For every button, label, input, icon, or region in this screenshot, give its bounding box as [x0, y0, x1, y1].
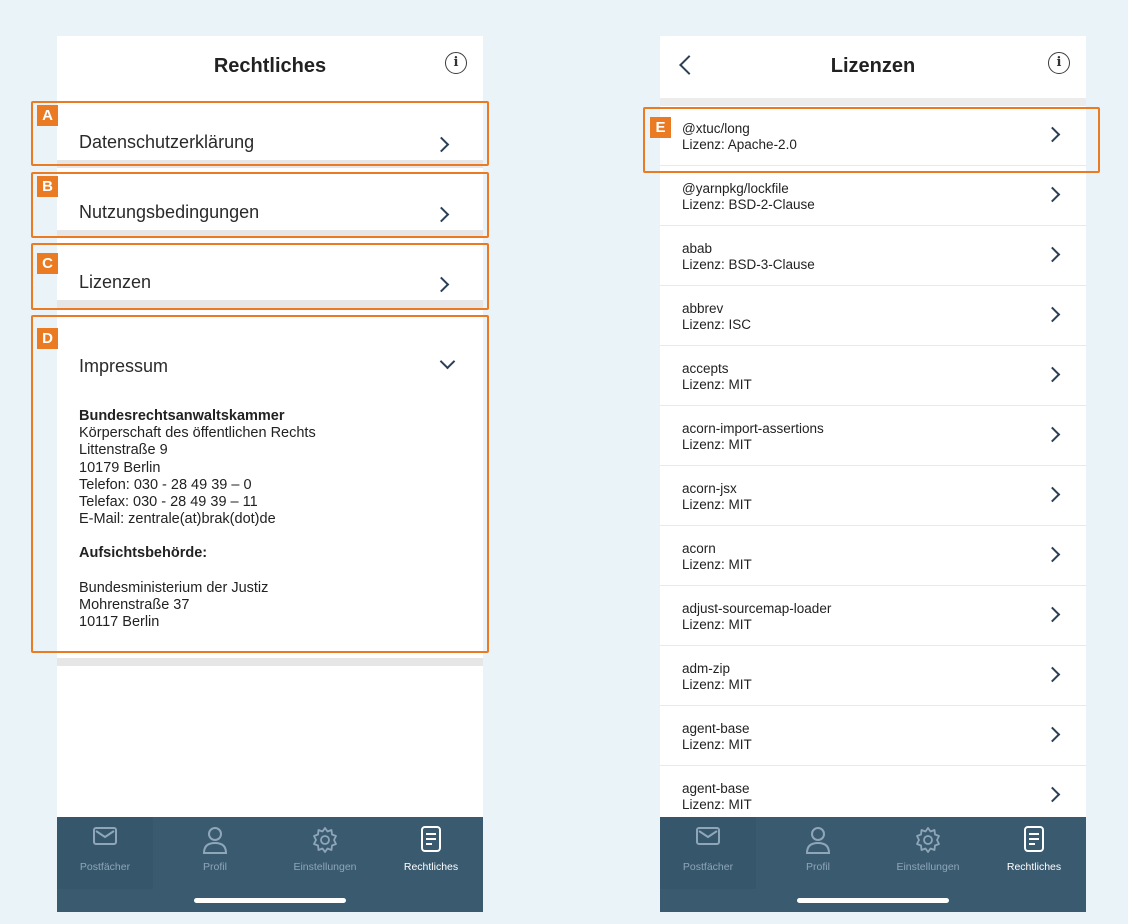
tab-label: Profil: [203, 861, 227, 873]
tab-einstellungen[interactable]: Einstellungen: [277, 817, 373, 889]
license-type: Lizenz: MIT: [682, 617, 752, 632]
license-list: @xtuc/long Lizenz: Apache-2.0 @yarnpkg/l…: [660, 98, 1086, 826]
document-icon: [421, 826, 441, 852]
license-item[interactable]: abab Lizenz: BSD-3-Clause: [660, 226, 1086, 286]
tab-label: Postfächer: [79, 861, 131, 873]
license-item[interactable]: @yarnpkg/lockfile Lizenz: BSD-2-Clause: [660, 166, 1086, 226]
tab-profil[interactable]: Profil: [770, 817, 866, 889]
header: Rechtliches i: [57, 36, 483, 98]
mail-icon: [93, 827, 117, 845]
tab-bar: Postfächer Profil Einstellungen Rechtlic…: [57, 817, 483, 912]
annotation-box-c: [31, 243, 489, 310]
chevron-right-icon: [1044, 786, 1061, 803]
user-icon: [202, 827, 228, 854]
license-type: Lizenz: MIT: [682, 797, 752, 812]
license-package-name: acorn-import-assertions: [682, 421, 824, 436]
annotation-badge-a: A: [37, 105, 58, 126]
chevron-right-icon: [1044, 546, 1061, 563]
annotation-box-d: [31, 315, 489, 653]
tab-label: Einstellungen: [896, 861, 960, 873]
annotation-badge-e: E: [650, 117, 671, 138]
license-type: Lizenz: MIT: [682, 737, 752, 752]
header: Lizenzen i: [660, 36, 1086, 98]
tab-label: Postfächer: [682, 861, 734, 873]
license-type: Lizenz: MIT: [682, 437, 752, 452]
license-item[interactable]: accepts Lizenz: MIT: [660, 346, 1086, 406]
license-package-name: agent-base: [682, 781, 750, 796]
license-package-name: abab: [682, 241, 713, 256]
license-package-name: accepts: [682, 361, 729, 376]
gear-icon: [916, 827, 940, 853]
license-type: Lizenz: MIT: [682, 497, 752, 512]
license-type: Lizenz: BSD-2-Clause: [682, 197, 815, 212]
gear-icon: [313, 827, 337, 853]
document-icon: [1024, 826, 1044, 852]
license-package-name: acorn-jsx: [682, 481, 737, 496]
license-type: Lizenz: MIT: [682, 677, 752, 692]
tab-postfaecher[interactable]: Postfächer: [660, 817, 756, 889]
annotation-box-a: [31, 101, 489, 166]
tab-label: Rechtliches: [403, 861, 459, 873]
license-item[interactable]: acorn-jsx Lizenz: MIT: [660, 466, 1086, 526]
license-package-name: adm-zip: [682, 661, 731, 676]
license-item[interactable]: adjust-sourcemap-loader Lizenz: MIT: [660, 586, 1086, 646]
tab-label: Profil: [806, 861, 830, 873]
tab-bar: Postfächer Profil Einstellungen Rechtlic…: [660, 817, 1086, 912]
home-indicator: [797, 898, 949, 903]
license-package-name: adjust-sourcemap-loader: [682, 601, 832, 616]
chevron-right-icon: [1044, 306, 1061, 323]
license-type: Lizenz: MIT: [682, 377, 752, 392]
license-type: Lizenz: MIT: [682, 557, 752, 572]
license-package-name: @yarnpkg/lockfile: [682, 181, 789, 196]
tab-profil[interactable]: Profil: [167, 817, 263, 889]
tab-postfaecher[interactable]: Postfächer: [57, 817, 153, 889]
license-package-name: agent-base: [682, 721, 750, 736]
mail-icon: [696, 827, 720, 845]
tab-label: Einstellungen: [293, 861, 357, 873]
annotation-badge-b: B: [37, 176, 58, 197]
chevron-right-icon: [1044, 606, 1061, 623]
annotation-badge-d: D: [37, 328, 58, 349]
annotation-box-e: [643, 107, 1100, 173]
license-package-name: acorn: [682, 541, 716, 556]
tab-label: Rechtliches: [1006, 861, 1062, 873]
license-item[interactable]: acorn Lizenz: MIT: [660, 526, 1086, 586]
license-item[interactable]: agent-base Lizenz: MIT: [660, 706, 1086, 766]
tab-einstellungen[interactable]: Einstellungen: [880, 817, 976, 889]
page-title: Lizenzen: [830, 55, 916, 77]
annotation-box-b: [31, 172, 489, 238]
tab-rechtliches[interactable]: Rechtliches: [383, 817, 479, 889]
user-icon: [805, 827, 831, 854]
license-item[interactable]: acorn-import-assertions Lizenz: MIT: [660, 406, 1086, 466]
home-indicator: [194, 898, 346, 903]
annotation-badge-c: C: [37, 253, 58, 274]
page-title: Rechtliches: [213, 55, 327, 77]
tab-rechtliches[interactable]: Rechtliches: [986, 817, 1082, 889]
license-package-name: abbrev: [682, 301, 724, 316]
chevron-right-icon: [1044, 666, 1061, 683]
license-item[interactable]: abbrev Lizenz: ISC: [660, 286, 1086, 346]
info-icon[interactable]: i: [1048, 52, 1070, 74]
license-type: Lizenz: ISC: [682, 317, 752, 332]
chevron-right-icon: [1044, 486, 1061, 503]
chevron-right-icon: [1044, 186, 1061, 203]
chevron-right-icon: [1044, 366, 1061, 383]
license-type: Lizenz: BSD-3-Clause: [682, 257, 815, 272]
chevron-right-icon: [1044, 246, 1061, 263]
info-icon[interactable]: i: [445, 52, 467, 74]
chevron-right-icon: [1044, 426, 1061, 443]
license-item[interactable]: adm-zip Lizenz: MIT: [660, 646, 1086, 706]
chevron-right-icon: [1044, 726, 1061, 743]
